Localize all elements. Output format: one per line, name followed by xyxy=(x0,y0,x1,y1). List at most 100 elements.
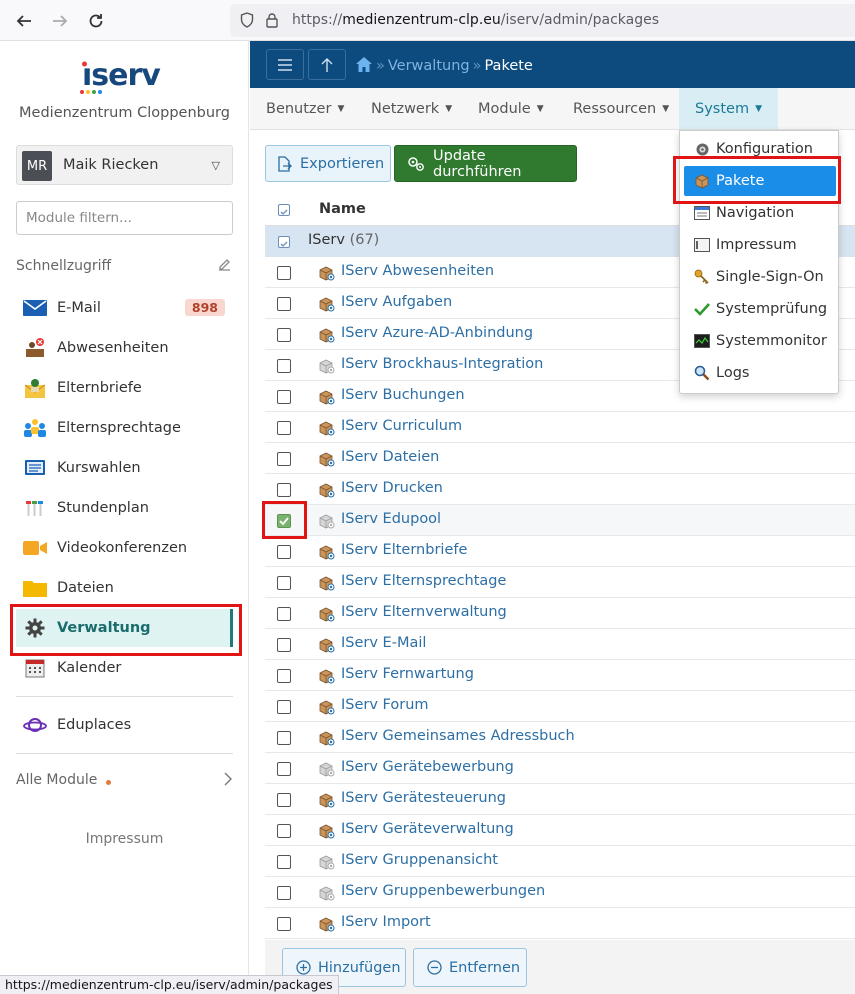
row-checkbox[interactable] xyxy=(277,421,291,435)
package-name-link[interactable]: IServ Gerätebewerbung xyxy=(341,759,514,775)
row-checkbox[interactable] xyxy=(277,886,291,900)
row-checkbox[interactable] xyxy=(277,793,291,807)
menu-benutzer[interactable]: Benutzer ▼ xyxy=(250,88,360,129)
sidebar-item-elternbriefe[interactable]: Elternbriefe xyxy=(16,369,233,407)
table-row[interactable]: IServ Forum xyxy=(265,691,855,722)
row-checkbox[interactable] xyxy=(277,545,291,559)
menu-item-pakete[interactable]: Pakete xyxy=(684,166,836,196)
package-name-link[interactable]: IServ Elternbriefe xyxy=(341,542,467,558)
package-name-link[interactable]: IServ Gruppenbewerbungen xyxy=(341,883,545,899)
package-name-link[interactable]: IServ Dateien xyxy=(341,449,439,465)
iserv-logo[interactable]: ıserv xyxy=(80,58,172,97)
hamburger-menu-icon[interactable] xyxy=(266,49,304,80)
menu-item-konfiguration[interactable]: Konfiguration xyxy=(684,134,836,164)
menu-module[interactable]: Module ▼ xyxy=(462,88,560,129)
table-row[interactable]: IServ Curriculum xyxy=(265,412,855,443)
package-name-link[interactable]: IServ Elternverwaltung xyxy=(341,604,507,620)
row-checkbox[interactable] xyxy=(277,700,291,714)
group-checkbox[interactable] xyxy=(278,236,290,248)
menu-item-systempruefung[interactable]: Systemprüfung xyxy=(684,294,836,324)
row-checkbox[interactable] xyxy=(277,824,291,838)
shield-icon[interactable] xyxy=(240,12,254,32)
table-row[interactable]: IServ Fernwartung xyxy=(265,660,855,691)
menu-item-impressum[interactable]: Impressum xyxy=(684,230,836,260)
table-row[interactable]: IServ Drucken xyxy=(265,474,855,505)
sidebar-item-eduplaces[interactable]: Eduplaces xyxy=(16,706,233,744)
export-button[interactable]: Exportieren xyxy=(265,145,391,182)
table-row[interactable]: IServ Gemeinsames Adressbuch xyxy=(265,722,855,753)
sidebar-item-elternsprechtage[interactable]: Elternsprechtage xyxy=(16,409,233,447)
breadcrumb-verwaltung[interactable]: Verwaltung xyxy=(388,58,470,74)
edit-icon[interactable] xyxy=(217,257,232,276)
package-name-link[interactable]: IServ Gruppenansicht xyxy=(341,852,498,868)
row-checkbox[interactable] xyxy=(277,359,291,373)
package-name-link[interactable]: IServ Gerätesteuerung xyxy=(341,790,506,806)
menu-netzwerk[interactable]: Netzwerk ▼ xyxy=(355,88,468,129)
column-header-name[interactable]: Name xyxy=(319,201,366,217)
package-name-link[interactable]: IServ Drucken xyxy=(341,480,443,496)
back-arrow-icon[interactable] xyxy=(11,8,37,34)
table-row[interactable]: IServ Geräteverwaltung xyxy=(265,815,855,846)
row-checkbox[interactable] xyxy=(277,328,291,342)
row-checkbox[interactable] xyxy=(277,452,291,466)
menu-item-navigation[interactable]: Navigation xyxy=(684,198,836,228)
row-checkbox[interactable] xyxy=(277,576,291,590)
forward-arrow-icon[interactable] xyxy=(47,8,73,34)
update-button[interactable]: Update durchführen xyxy=(394,145,577,182)
menu-item-systemmonitor[interactable]: Systemmonitor xyxy=(684,326,836,356)
table-row[interactable]: IServ Gerätebewerbung xyxy=(265,753,855,784)
row-checkbox[interactable] xyxy=(277,390,291,404)
package-name-link[interactable]: IServ Brockhaus-Integration xyxy=(341,356,543,372)
package-name-link[interactable]: IServ Curriculum xyxy=(341,418,462,434)
select-all-checkbox[interactable] xyxy=(278,204,290,216)
menu-item-single-sign-on[interactable]: Single-Sign-On xyxy=(684,262,836,292)
menu-system[interactable]: System ▼ xyxy=(679,88,778,129)
package-name-link[interactable]: IServ Geräteverwaltung xyxy=(341,821,514,837)
sidebar-item-verwaltung[interactable]: Verwaltung xyxy=(16,609,233,647)
package-name-link[interactable]: IServ Elternsprechtage xyxy=(341,573,506,589)
address-bar[interactable]: https://medienzentrum-clp.eu/iserv/admin… xyxy=(230,4,855,37)
package-name-link[interactable]: IServ Forum xyxy=(341,697,429,713)
sidebar-item-abwesenheiten[interactable]: Abwesenheiten xyxy=(16,329,233,367)
row-checkbox[interactable] xyxy=(277,607,291,621)
package-name-link[interactable]: IServ Buchungen xyxy=(341,387,465,403)
package-name-link[interactable]: IServ Aufgaben xyxy=(341,294,452,310)
table-row[interactable]: IServ Gruppenansicht xyxy=(265,846,855,877)
sidebar-item-email[interactable]: E-Mail 898 xyxy=(16,289,233,327)
row-checkbox[interactable] xyxy=(277,297,291,311)
row-checkbox[interactable] xyxy=(277,669,291,683)
package-name-link[interactable]: IServ Fernwartung xyxy=(341,666,474,682)
row-checkbox[interactable] xyxy=(277,483,291,497)
package-name-link[interactable]: IServ Abwesenheiten xyxy=(341,263,494,279)
table-row[interactable]: IServ Gruppenbewerbungen xyxy=(265,877,855,908)
sidebar-item-dateien[interactable]: Dateien xyxy=(16,569,233,607)
table-row[interactable]: IServ Elternverwaltung xyxy=(265,598,855,629)
row-checkbox[interactable] xyxy=(277,638,291,652)
sidebar-item-videokonferenzen[interactable]: Videokonferenzen xyxy=(16,529,233,567)
sidebar-item-stundenplan[interactable]: Stundenplan xyxy=(16,489,233,527)
menu-ressourcen[interactable]: Ressourcen ▼ xyxy=(557,88,685,129)
package-name-link[interactable]: IServ Azure-AD-Anbindung xyxy=(341,325,533,341)
menu-item-logs[interactable]: Logs xyxy=(684,358,836,388)
row-checkbox[interactable] xyxy=(277,762,291,776)
impressum-link[interactable]: Impressum xyxy=(0,831,249,847)
row-checkbox[interactable] xyxy=(277,917,291,931)
table-row[interactable]: IServ E-Mail xyxy=(265,629,855,660)
module-filter-input[interactable] xyxy=(16,201,233,235)
reload-icon[interactable] xyxy=(83,8,109,34)
table-row[interactable]: IServ Elternsprechtage xyxy=(265,567,855,598)
table-row[interactable]: IServ Dateien xyxy=(265,443,855,474)
package-name-link[interactable]: IServ Edupool xyxy=(341,511,441,527)
all-modules-link[interactable]: Alle Module xyxy=(16,771,233,793)
table-row[interactable]: IServ Edupool xyxy=(265,505,855,536)
row-checkbox[interactable] xyxy=(277,855,291,869)
up-arrow-icon[interactable] xyxy=(308,49,346,80)
row-checkbox[interactable] xyxy=(277,731,291,745)
home-icon[interactable] xyxy=(355,56,373,77)
row-checkbox[interactable] xyxy=(277,514,291,528)
package-name-link[interactable]: IServ Gemeinsames Adressbuch xyxy=(341,728,575,744)
package-name-link[interactable]: IServ E-Mail xyxy=(341,635,426,651)
sidebar-item-kalender[interactable]: Kalender xyxy=(16,649,233,687)
row-checkbox[interactable] xyxy=(277,266,291,280)
package-name-link[interactable]: IServ Import xyxy=(341,914,431,930)
